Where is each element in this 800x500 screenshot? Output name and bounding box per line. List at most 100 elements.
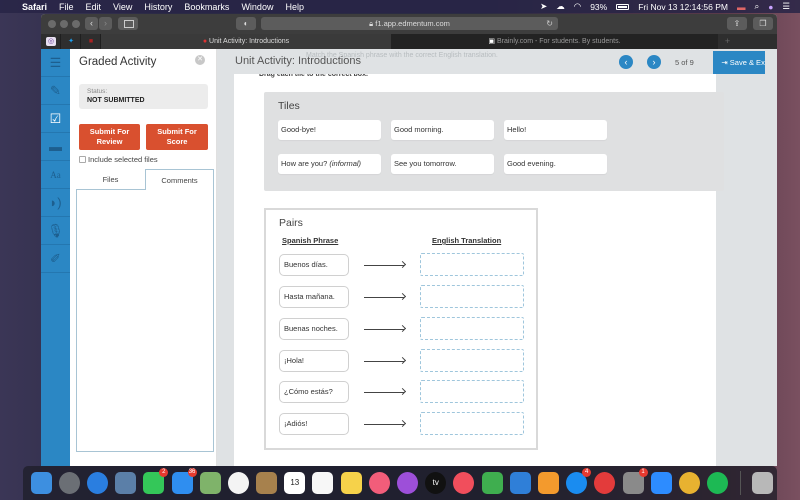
dock-app-podcasts[interactable]: [397, 472, 419, 494]
minimize-window-button[interactable]: [60, 20, 68, 28]
page-scrollbar-area[interactable]: [765, 49, 777, 466]
nav-text-to-speech[interactable]: ◗): [41, 189, 70, 217]
translation-drop-zone[interactable]: [420, 349, 524, 372]
menu-help[interactable]: Help: [285, 2, 304, 12]
spanish-phrase: Buenas noches.: [279, 318, 349, 340]
nav-highlighter[interactable]: ✐: [41, 245, 70, 273]
address-bar[interactable]: 🔒︎ f1.app.edmentum.com ↻: [261, 17, 558, 30]
dock-app-maps[interactable]: [199, 472, 221, 494]
pinned-tab-1[interactable]: ◎: [41, 34, 61, 49]
siri-icon[interactable]: ●: [768, 2, 773, 12]
battery-icon[interactable]: [616, 3, 630, 10]
sidebar-toggle-button[interactable]: [118, 17, 138, 30]
dock-app-preview[interactable]: [115, 472, 137, 494]
dock-app-spotify[interactable]: [707, 472, 729, 494]
battery-percent[interactable]: 93%: [590, 2, 607, 12]
location-icon[interactable]: ➤: [540, 1, 547, 12]
nav-table-of-contents[interactable]: ☰: [41, 49, 70, 77]
share-button[interactable]: ⇪: [727, 17, 747, 30]
tile[interactable]: Good evening.: [504, 154, 607, 174]
new-tab-button[interactable]: +: [718, 34, 737, 49]
tab-unit-activity[interactable]: ● Unit Activity: Introductions: [101, 34, 391, 49]
notification-center-icon[interactable]: ☰: [782, 1, 790, 12]
notification-badge: 4: [582, 468, 592, 477]
nav-notes[interactable]: ✎: [41, 77, 70, 105]
dock-app-chrome[interactable]: [678, 472, 700, 494]
dock-app-reminders[interactable]: [312, 472, 334, 494]
menu-history[interactable]: History: [144, 2, 172, 12]
dock-app-news[interactable]: [453, 472, 475, 494]
previous-page-button[interactable]: ‹: [619, 55, 633, 69]
nav-files[interactable]: ▬: [41, 133, 70, 161]
translation-drop-zone[interactable]: [420, 253, 524, 276]
tab-brainly[interactable]: ▣ Brainly.com - For students. By student…: [391, 34, 718, 49]
twitter-icon: ✦: [68, 38, 74, 45]
dock-app-finder[interactable]: [30, 472, 52, 494]
dock-app-apple-tv[interactable]: tv: [425, 472, 447, 494]
dock-app-facetime[interactable]: 2: [143, 468, 169, 494]
dock-app-safari[interactable]: [86, 472, 108, 494]
privacy-shield-button[interactable]: ◐: [236, 17, 256, 30]
nav-graded-activity[interactable]: ☑: [41, 105, 75, 133]
menu-bookmarks[interactable]: Bookmarks: [184, 2, 229, 12]
tile[interactable]: How are you? (informal): [278, 154, 381, 174]
pinned-tab-twitter[interactable]: ✦: [61, 34, 81, 49]
show-tabs-button[interactable]: ❐: [753, 17, 773, 30]
dock-app-music[interactable]: [368, 472, 390, 494]
zoom-window-button[interactable]: [72, 20, 80, 28]
submit-for-review-button[interactable]: Submit For Review: [79, 124, 140, 150]
close-window-button[interactable]: [48, 20, 56, 28]
tile-text: Good evening.: [507, 159, 556, 168]
back-button[interactable]: ‹: [85, 17, 98, 30]
dock-app-photos[interactable]: [227, 472, 249, 494]
translation-drop-zone[interactable]: [420, 412, 524, 435]
menu-window[interactable]: Window: [241, 2, 273, 12]
tile-text-italic: (informal): [329, 159, 362, 168]
dock-app-launchpad[interactable]: [58, 472, 80, 494]
translation-drop-zone[interactable]: [420, 317, 524, 340]
reload-icon[interactable]: ↻: [546, 17, 553, 30]
dock-app-pages[interactable]: [537, 472, 559, 494]
pinned-tab-3[interactable]: ■: [81, 34, 101, 49]
comments-area[interactable]: [76, 190, 214, 452]
dock-app-keynote[interactable]: [509, 472, 531, 494]
include-files-label[interactable]: Include selected files: [88, 155, 158, 164]
menu-app-name[interactable]: Safari: [22, 2, 47, 12]
wifi-icon[interactable]: ◠: [574, 1, 581, 12]
dock-app-notes[interactable]: [340, 472, 362, 494]
tile[interactable]: Good-bye!: [278, 120, 381, 140]
include-files-checkbox[interactable]: [79, 156, 86, 163]
dock-app-zoom[interactable]: [650, 472, 672, 494]
tab-files[interactable]: Files: [76, 169, 145, 190]
graded-activity-panel: Graded Activity ✕ Status: NOT SUBMITTED …: [70, 49, 217, 466]
spotlight-icon[interactable]: ⌕: [754, 1, 759, 12]
submit-for-score-button[interactable]: Submit For Score: [146, 124, 208, 150]
notification-badge: 36: [187, 468, 197, 477]
cloud-icon[interactable]: ☁: [556, 1, 565, 12]
menu-file[interactable]: File: [59, 2, 74, 12]
dock-app-app-store[interactable]: 4: [566, 468, 592, 494]
menu-view[interactable]: View: [113, 2, 132, 12]
menu-edit[interactable]: Edit: [86, 2, 102, 12]
next-page-button[interactable]: ›: [647, 55, 661, 69]
tab-comments[interactable]: Comments: [145, 169, 214, 190]
dock-app-messages[interactable]: 36: [171, 468, 197, 494]
dock-app-system-preferences[interactable]: 1: [622, 468, 648, 494]
tile[interactable]: See you tomorrow.: [391, 154, 494, 174]
tile[interactable]: Hello!: [504, 120, 607, 140]
forward-button[interactable]: ›: [99, 17, 112, 30]
flag-icon[interactable]: ▬: [737, 2, 746, 12]
close-icon[interactable]: ✕: [195, 55, 205, 65]
dock-app-contacts[interactable]: [256, 472, 278, 494]
clock[interactable]: Fri Nov 13 12:14:56 PM: [638, 2, 728, 12]
nav-record[interactable]: 🎙︎: [41, 217, 70, 245]
translation-drop-zone[interactable]: [420, 380, 524, 403]
nav-dictionary[interactable]: Aa: [41, 161, 70, 189]
dock-app-youtube[interactable]: [594, 472, 616, 494]
dock-app-calendar[interactable]: 13: [284, 472, 306, 494]
tile[interactable]: Good morning.: [391, 120, 494, 140]
trash-icon[interactable]: [752, 472, 774, 494]
spanish-phrase: Hasta mañana.: [279, 286, 349, 308]
dock-app-numbers[interactable]: [481, 472, 503, 494]
translation-drop-zone[interactable]: [420, 285, 524, 308]
